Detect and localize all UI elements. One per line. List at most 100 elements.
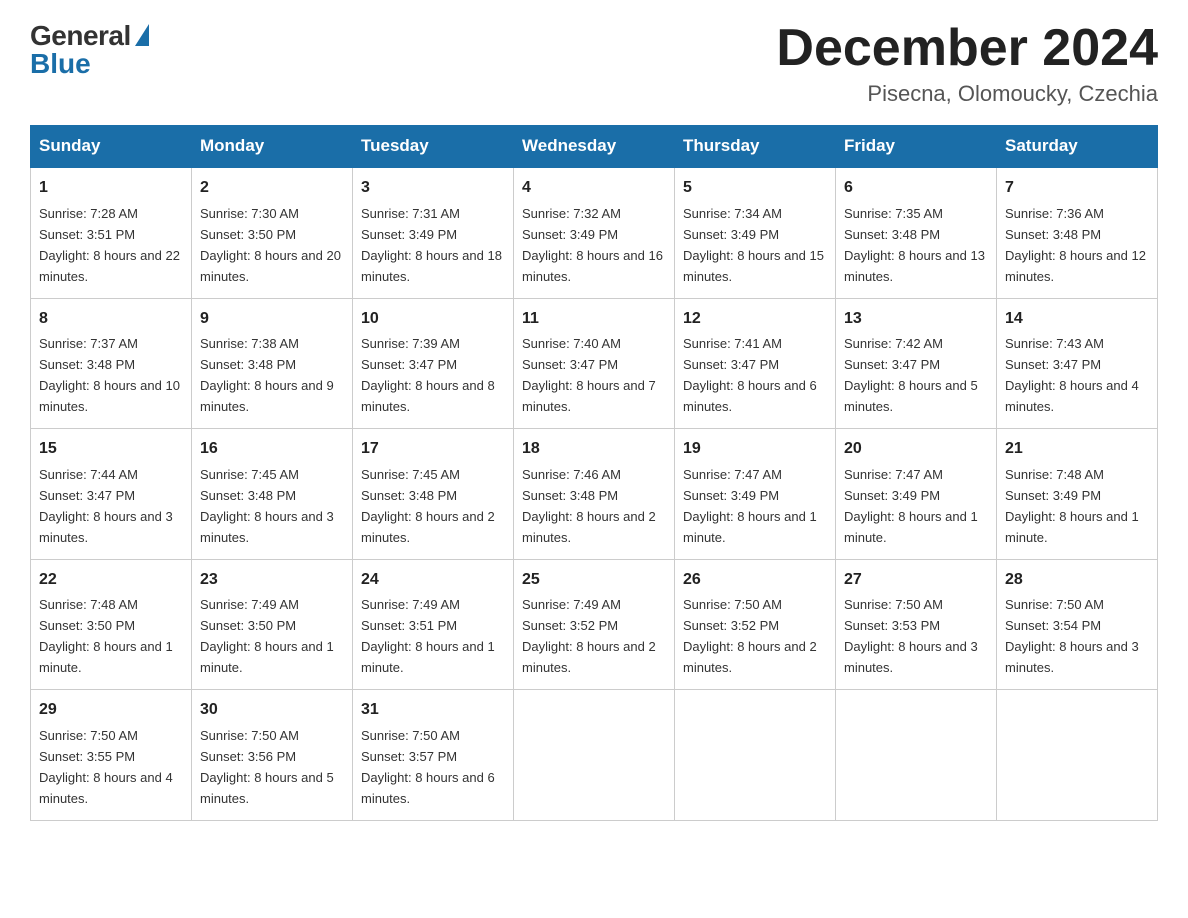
- day-number: 23: [200, 568, 344, 593]
- day-info: Sunrise: 7:44 AMSunset: 3:47 PMDaylight:…: [39, 467, 173, 545]
- day-number: 19: [683, 437, 827, 462]
- day-number: 30: [200, 698, 344, 723]
- table-row: 1 Sunrise: 7:28 AMSunset: 3:51 PMDayligh…: [31, 167, 192, 298]
- day-number: 25: [522, 568, 666, 593]
- logo-triangle-icon: [135, 24, 149, 46]
- calendar-week-5: 29 Sunrise: 7:50 AMSunset: 3:55 PMDaylig…: [31, 690, 1158, 820]
- day-info: Sunrise: 7:50 AMSunset: 3:55 PMDaylight:…: [39, 728, 173, 806]
- table-row: 28 Sunrise: 7:50 AMSunset: 3:54 PMDaylig…: [997, 559, 1158, 689]
- day-info: Sunrise: 7:49 AMSunset: 3:50 PMDaylight:…: [200, 597, 334, 675]
- day-info: Sunrise: 7:40 AMSunset: 3:47 PMDaylight:…: [522, 336, 656, 414]
- day-number: 22: [39, 568, 183, 593]
- day-number: 11: [522, 307, 666, 332]
- table-row: 18 Sunrise: 7:46 AMSunset: 3:48 PMDaylig…: [514, 429, 675, 559]
- table-row: 2 Sunrise: 7:30 AMSunset: 3:50 PMDayligh…: [192, 167, 353, 298]
- day-number: 1: [39, 176, 183, 201]
- day-info: Sunrise: 7:45 AMSunset: 3:48 PMDaylight:…: [361, 467, 495, 545]
- calendar-header-row: Sunday Monday Tuesday Wednesday Thursday…: [31, 126, 1158, 168]
- day-info: Sunrise: 7:45 AMSunset: 3:48 PMDaylight:…: [200, 467, 334, 545]
- day-info: Sunrise: 7:50 AMSunset: 3:57 PMDaylight:…: [361, 728, 495, 806]
- table-row: 19 Sunrise: 7:47 AMSunset: 3:49 PMDaylig…: [675, 429, 836, 559]
- day-number: 3: [361, 176, 505, 201]
- table-row: 30 Sunrise: 7:50 AMSunset: 3:56 PMDaylig…: [192, 690, 353, 820]
- page-header: General Blue December 2024 Pisecna, Olom…: [30, 20, 1158, 107]
- day-info: Sunrise: 7:41 AMSunset: 3:47 PMDaylight:…: [683, 336, 817, 414]
- day-number: 4: [522, 176, 666, 201]
- day-info: Sunrise: 7:30 AMSunset: 3:50 PMDaylight:…: [200, 206, 341, 284]
- col-tuesday: Tuesday: [353, 126, 514, 168]
- col-friday: Friday: [836, 126, 997, 168]
- day-number: 17: [361, 437, 505, 462]
- table-row: 10 Sunrise: 7:39 AMSunset: 3:47 PMDaylig…: [353, 298, 514, 428]
- table-row: [514, 690, 675, 820]
- day-info: Sunrise: 7:36 AMSunset: 3:48 PMDaylight:…: [1005, 206, 1146, 284]
- day-number: 9: [200, 307, 344, 332]
- day-number: 12: [683, 307, 827, 332]
- day-info: Sunrise: 7:46 AMSunset: 3:48 PMDaylight:…: [522, 467, 656, 545]
- col-wednesday: Wednesday: [514, 126, 675, 168]
- table-row: 16 Sunrise: 7:45 AMSunset: 3:48 PMDaylig…: [192, 429, 353, 559]
- day-info: Sunrise: 7:38 AMSunset: 3:48 PMDaylight:…: [200, 336, 334, 414]
- logo-blue-text: Blue: [30, 48, 91, 80]
- col-saturday: Saturday: [997, 126, 1158, 168]
- day-number: 29: [39, 698, 183, 723]
- day-number: 10: [361, 307, 505, 332]
- table-row: 26 Sunrise: 7:50 AMSunset: 3:52 PMDaylig…: [675, 559, 836, 689]
- table-row: 29 Sunrise: 7:50 AMSunset: 3:55 PMDaylig…: [31, 690, 192, 820]
- day-number: 16: [200, 437, 344, 462]
- day-number: 2: [200, 176, 344, 201]
- day-info: Sunrise: 7:48 AMSunset: 3:50 PMDaylight:…: [39, 597, 173, 675]
- day-info: Sunrise: 7:34 AMSunset: 3:49 PMDaylight:…: [683, 206, 824, 284]
- day-number: 8: [39, 307, 183, 332]
- day-info: Sunrise: 7:47 AMSunset: 3:49 PMDaylight:…: [844, 467, 978, 545]
- day-number: 18: [522, 437, 666, 462]
- calendar-week-2: 8 Sunrise: 7:37 AMSunset: 3:48 PMDayligh…: [31, 298, 1158, 428]
- day-number: 5: [683, 176, 827, 201]
- logo: General Blue: [30, 20, 149, 80]
- table-row: 23 Sunrise: 7:49 AMSunset: 3:50 PMDaylig…: [192, 559, 353, 689]
- day-info: Sunrise: 7:35 AMSunset: 3:48 PMDaylight:…: [844, 206, 985, 284]
- table-row: 4 Sunrise: 7:32 AMSunset: 3:49 PMDayligh…: [514, 167, 675, 298]
- title-block: December 2024 Pisecna, Olomoucky, Czechi…: [776, 20, 1158, 107]
- table-row: 5 Sunrise: 7:34 AMSunset: 3:49 PMDayligh…: [675, 167, 836, 298]
- day-number: 27: [844, 568, 988, 593]
- table-row: 31 Sunrise: 7:50 AMSunset: 3:57 PMDaylig…: [353, 690, 514, 820]
- day-info: Sunrise: 7:50 AMSunset: 3:52 PMDaylight:…: [683, 597, 817, 675]
- col-thursday: Thursday: [675, 126, 836, 168]
- table-row: 6 Sunrise: 7:35 AMSunset: 3:48 PMDayligh…: [836, 167, 997, 298]
- table-row: 27 Sunrise: 7:50 AMSunset: 3:53 PMDaylig…: [836, 559, 997, 689]
- table-row: 3 Sunrise: 7:31 AMSunset: 3:49 PMDayligh…: [353, 167, 514, 298]
- day-info: Sunrise: 7:48 AMSunset: 3:49 PMDaylight:…: [1005, 467, 1139, 545]
- table-row: 15 Sunrise: 7:44 AMSunset: 3:47 PMDaylig…: [31, 429, 192, 559]
- day-info: Sunrise: 7:28 AMSunset: 3:51 PMDaylight:…: [39, 206, 180, 284]
- table-row: 21 Sunrise: 7:48 AMSunset: 3:49 PMDaylig…: [997, 429, 1158, 559]
- table-row: 22 Sunrise: 7:48 AMSunset: 3:50 PMDaylig…: [31, 559, 192, 689]
- day-number: 7: [1005, 176, 1149, 201]
- location-subtitle: Pisecna, Olomoucky, Czechia: [776, 81, 1158, 107]
- day-number: 26: [683, 568, 827, 593]
- table-row: 13 Sunrise: 7:42 AMSunset: 3:47 PMDaylig…: [836, 298, 997, 428]
- table-row: [836, 690, 997, 820]
- table-row: 11 Sunrise: 7:40 AMSunset: 3:47 PMDaylig…: [514, 298, 675, 428]
- day-number: 14: [1005, 307, 1149, 332]
- day-info: Sunrise: 7:32 AMSunset: 3:49 PMDaylight:…: [522, 206, 663, 284]
- day-info: Sunrise: 7:37 AMSunset: 3:48 PMDaylight:…: [39, 336, 180, 414]
- day-info: Sunrise: 7:49 AMSunset: 3:52 PMDaylight:…: [522, 597, 656, 675]
- table-row: 20 Sunrise: 7:47 AMSunset: 3:49 PMDaylig…: [836, 429, 997, 559]
- table-row: 14 Sunrise: 7:43 AMSunset: 3:47 PMDaylig…: [997, 298, 1158, 428]
- table-row: [997, 690, 1158, 820]
- day-number: 6: [844, 176, 988, 201]
- day-number: 28: [1005, 568, 1149, 593]
- day-info: Sunrise: 7:50 AMSunset: 3:56 PMDaylight:…: [200, 728, 334, 806]
- col-monday: Monday: [192, 126, 353, 168]
- table-row: 8 Sunrise: 7:37 AMSunset: 3:48 PMDayligh…: [31, 298, 192, 428]
- table-row: [675, 690, 836, 820]
- table-row: 25 Sunrise: 7:49 AMSunset: 3:52 PMDaylig…: [514, 559, 675, 689]
- day-info: Sunrise: 7:50 AMSunset: 3:53 PMDaylight:…: [844, 597, 978, 675]
- month-year-title: December 2024: [776, 20, 1158, 77]
- calendar-table: Sunday Monday Tuesday Wednesday Thursday…: [30, 125, 1158, 820]
- day-number: 24: [361, 568, 505, 593]
- day-info: Sunrise: 7:42 AMSunset: 3:47 PMDaylight:…: [844, 336, 978, 414]
- day-info: Sunrise: 7:43 AMSunset: 3:47 PMDaylight:…: [1005, 336, 1139, 414]
- table-row: 17 Sunrise: 7:45 AMSunset: 3:48 PMDaylig…: [353, 429, 514, 559]
